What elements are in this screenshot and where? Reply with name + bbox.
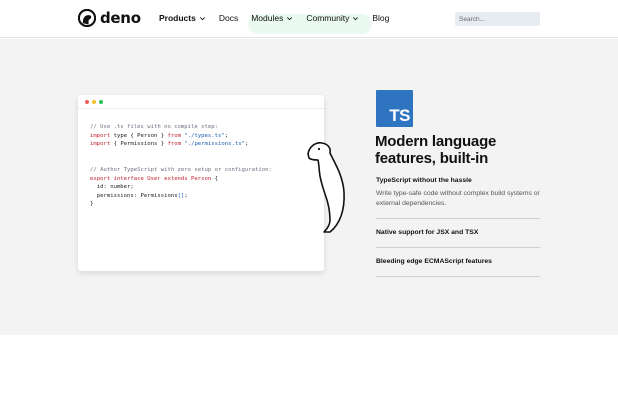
feature-title: TypeScript without the hassle xyxy=(376,177,472,184)
nav-item-docs[interactable]: Docs xyxy=(219,13,238,23)
feature-description: Write type-safe code without complex bui… xyxy=(376,190,540,207)
code-line: import type { Person } from "./types.ts"… xyxy=(90,132,272,141)
chevron-down-icon xyxy=(353,16,359,20)
feature-title: Bleeding edge ECMAScript features xyxy=(376,258,492,265)
nav-item-label: Products xyxy=(159,13,196,23)
feature-divider xyxy=(376,218,540,219)
nav-item-community[interactable]: Community xyxy=(306,13,359,23)
code-token: ; xyxy=(244,141,249,148)
code-token: { Permissions } xyxy=(110,141,168,148)
feature-item-jsx[interactable]: Native support for JSX and TSX xyxy=(376,229,540,236)
window-close-dot xyxy=(85,99,89,104)
code-line: } xyxy=(90,200,272,209)
nav-item-label: Blog xyxy=(372,13,390,23)
nav-item-products[interactable]: Products xyxy=(159,13,206,23)
nav-item-modules[interactable]: Modules xyxy=(251,13,293,23)
feature-item-ecmascript[interactable]: Bleeding edge ECMAScript features xyxy=(376,258,540,265)
code-line: id: number; xyxy=(90,183,272,192)
code-token: import xyxy=(90,141,111,148)
section-title: Modern language features, built-in xyxy=(375,133,497,167)
code-token: ; xyxy=(184,192,188,199)
code-token: import xyxy=(90,132,111,139)
code-window-titlebar xyxy=(78,95,324,109)
code-token: // Use .ts files with no compile step: xyxy=(90,124,218,130)
code-token: "./permissions.ts" xyxy=(180,141,245,148)
feature-divider xyxy=(376,247,540,248)
code-token: export interface User extends Person xyxy=(90,175,212,182)
deno-logo[interactable]: deno xyxy=(78,9,141,27)
code-token: "./types.ts" xyxy=(180,132,225,139)
code-token: { xyxy=(211,175,218,182)
top-navbar: deno Products Docs Modules Community Blog xyxy=(0,0,618,38)
nav-item-label: Docs xyxy=(218,13,239,23)
brand-name: deno xyxy=(100,9,141,27)
code-snippet: // Use .ts files with no compile step: im… xyxy=(90,123,272,209)
code-token: id: number; xyxy=(90,184,134,191)
code-line: import { Permissions } from "./permissio… xyxy=(90,140,272,149)
code-token: from xyxy=(167,132,181,139)
code-token: ; xyxy=(224,132,229,139)
deno-dinosaur-illustration xyxy=(307,142,345,233)
window-maximize-dot xyxy=(99,99,103,104)
code-token: type { Person } xyxy=(110,132,168,139)
code-token: } xyxy=(90,201,94,208)
chevron-down-icon xyxy=(199,16,205,20)
code-line: export interface User extends Person { xyxy=(90,175,272,184)
window-minimize-dot xyxy=(92,99,96,104)
typescript-logo-text: TS xyxy=(389,106,410,125)
chevron-down-icon xyxy=(287,16,293,20)
code-token: permissions: Permissions xyxy=(90,192,178,199)
nav-links: Products Docs Modules Community Blog xyxy=(159,13,402,23)
nav-item-label: Modules xyxy=(251,13,284,23)
nav-item-label: Community xyxy=(306,13,350,23)
code-line: // Author TypeScript with zero setup or … xyxy=(90,166,272,175)
feature-item-typescript[interactable]: TypeScript without the hassle Write type… xyxy=(376,177,540,209)
typescript-feature-section: // Use .ts files with no compile step: im… xyxy=(0,39,618,335)
feature-divider xyxy=(376,276,540,277)
search-input[interactable] xyxy=(455,12,540,26)
code-window: // Use .ts files with no compile step: im… xyxy=(78,95,324,271)
deno-logo-icon xyxy=(78,9,96,27)
code-line: permissions: Permissions[]; xyxy=(90,192,272,201)
code-line: // Use .ts files with no compile step: xyxy=(90,123,272,132)
nav-item-blog[interactable]: Blog xyxy=(372,13,389,23)
feature-title: Native support for JSX and TSX xyxy=(376,229,479,236)
code-token: from xyxy=(167,141,181,148)
code-token: // Author TypeScript with zero setup or … xyxy=(90,166,272,173)
typescript-logo: TS xyxy=(376,90,413,127)
